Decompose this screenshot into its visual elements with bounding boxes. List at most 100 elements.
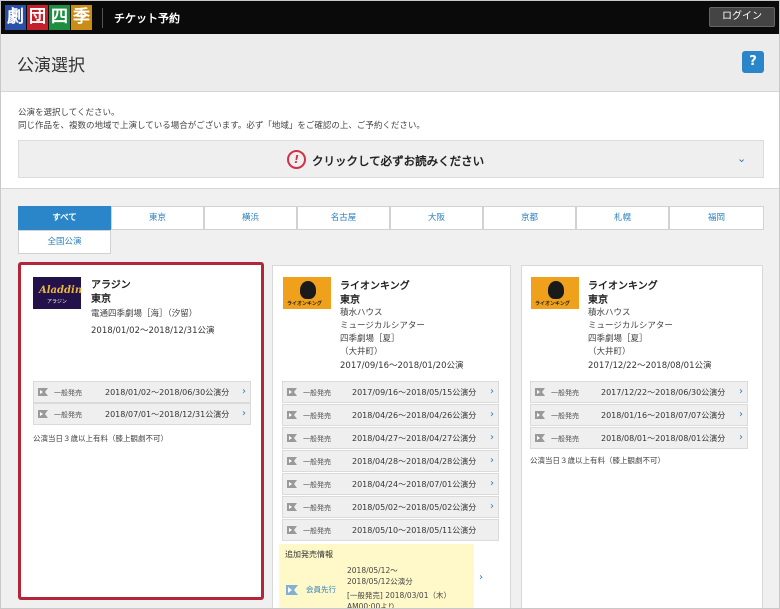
sale-dates: 2017/12/22〜2018/06/30公演分 bbox=[601, 388, 726, 397]
sale-row[interactable]: 一般発売 2018/07/01〜2018/12/31公演分 › bbox=[33, 403, 251, 425]
lion-face-icon bbox=[300, 281, 316, 299]
venue-line: （大井町） bbox=[588, 347, 631, 357]
show-region: 東京 bbox=[340, 295, 360, 306]
chevron-right-icon: › bbox=[490, 386, 494, 397]
date-line: 2018/05/12公演分 bbox=[347, 577, 413, 586]
show-region: 東京 bbox=[91, 294, 111, 305]
tab-all[interactable]: すべて bbox=[18, 206, 111, 230]
tab-yokohama[interactable]: 横浜 bbox=[204, 206, 297, 230]
age-note: 公演当日３歳以上有料（膝上観劇不可） bbox=[530, 456, 665, 465]
ticket-icon bbox=[534, 386, 546, 398]
chevron-right-icon: › bbox=[490, 501, 494, 512]
sale-row[interactable]: 一般発売 2018/05/02〜2018/05/02公演分 › bbox=[282, 496, 499, 518]
venue-line: 積水ハウス bbox=[588, 308, 631, 318]
venue-line: 四季劇場［夏］ bbox=[340, 334, 400, 344]
tab-nagoya[interactable]: 名古屋 bbox=[297, 206, 390, 230]
ticket-icon bbox=[285, 582, 299, 601]
sale-row[interactable]: 一般発売 2017/09/16〜2018/05/15公演分 › bbox=[282, 381, 499, 403]
show-venue: 電通四季劇場［海］（汐留） bbox=[91, 309, 198, 319]
sale-type: 一般発売 bbox=[303, 527, 331, 535]
sale-row[interactable]: 一般発売 2018/04/26〜2018/04/26公演分 › bbox=[282, 404, 499, 426]
sale-row[interactable]: 一般発売 2018/08/01〜2018/08/01公演分 › bbox=[530, 427, 748, 449]
sale-row[interactable]: 一般発売 2018/01/16〜2018/07/07公演分 › bbox=[530, 404, 748, 426]
sale-type: 一般発売 bbox=[54, 389, 82, 397]
ticket-icon bbox=[286, 501, 298, 513]
thumb-title: ライオンキング bbox=[287, 301, 322, 307]
ticket-icon bbox=[286, 478, 298, 490]
general-sale-info: [一般発売] 2018/03/01（木） AM00:00より bbox=[347, 590, 451, 609]
login-button[interactable]: ログイン bbox=[709, 7, 775, 27]
sale-type: 一般発売 bbox=[303, 504, 331, 512]
sale-dates: 2018/01/16〜2018/07/07公演分 bbox=[601, 411, 726, 420]
chevron-right-icon: › bbox=[490, 409, 494, 420]
show-title: ライオンキング bbox=[340, 281, 410, 292]
lion-face-icon bbox=[548, 281, 564, 299]
sale-dates: 2018/08/01〜2018/08/01公演分 bbox=[601, 434, 726, 443]
sale-row[interactable]: 一般発売 2018/04/27〜2018/04/27公演分 › bbox=[282, 427, 499, 449]
tab-fukuoka[interactable]: 福岡 bbox=[669, 206, 764, 230]
sale-dates: 2017/09/16〜2018/05/15公演分 bbox=[352, 388, 477, 397]
chevron-right-icon: › bbox=[242, 408, 246, 419]
lionking-thumbnail: ライオンキング bbox=[283, 277, 331, 309]
venue-line: 積水ハウス bbox=[340, 308, 383, 318]
sale-type: 一般発売 bbox=[303, 412, 331, 420]
sale-dates: 2018/04/28〜2018/04/28公演分 bbox=[352, 457, 477, 466]
sale-dates: 2018/04/26〜2018/04/26公演分 bbox=[352, 411, 477, 420]
sale-row[interactable]: 一般発売 2018/04/24〜2018/07/01公演分 › bbox=[282, 473, 499, 495]
ticket-icon bbox=[286, 386, 298, 398]
logo-char: 季 bbox=[71, 5, 92, 30]
sale-dates: 2018/04/27〜2018/04/27公演分 bbox=[352, 434, 477, 443]
sale-dates: 2018/05/10〜2018/05/11公演分 bbox=[352, 526, 477, 535]
site-logo[interactable]: 劇 団 四 季 bbox=[5, 5, 93, 30]
tab-tokyo[interactable]: 東京 bbox=[111, 206, 204, 230]
sale-row[interactable]: 一般発売 2018/04/28〜2018/04/28公演分 › bbox=[282, 450, 499, 472]
date-line: 2018/05/12〜 bbox=[347, 566, 398, 575]
show-period: 2018/01/02〜2018/12/31公演 bbox=[91, 326, 215, 336]
top-bar: 劇 団 四 季 チケット予約 ログイン bbox=[1, 1, 779, 34]
sale-dates: 2018/07/01〜2018/12/31公演分 bbox=[105, 410, 230, 419]
ticket-icon bbox=[37, 408, 49, 420]
performance-card-aladdin[interactable]: Aladdin アラジン アラジン 東京 電通四季劇場［海］（汐留） 2018/… bbox=[18, 262, 264, 600]
performance-card-lionking-2[interactable]: ライオンキング ライオンキング 東京 積水ハウス ミュージカルシアター 四季劇場… bbox=[521, 265, 763, 608]
chevron-right-icon: › bbox=[242, 386, 246, 397]
help-button[interactable]: ? bbox=[742, 51, 764, 73]
venue-line: 四季劇場［夏］ bbox=[588, 334, 648, 344]
app-frame: 劇 団 四 季 チケット予約 ログイン 公演選択 ? 公演を選択してください。 … bbox=[0, 0, 780, 609]
sale-row[interactable]: 一般発売 2018/05/10〜2018/05/11公演分 bbox=[282, 519, 499, 541]
venue-line: ミュージカルシアター bbox=[588, 321, 673, 331]
ticket-icon bbox=[286, 409, 298, 421]
ticket-icon bbox=[534, 409, 546, 421]
tab-sapporo[interactable]: 札幌 bbox=[576, 206, 669, 230]
logo-char: 四 bbox=[49, 5, 70, 30]
chevron-right-icon: › bbox=[739, 409, 743, 420]
date-line: AM00:00より bbox=[347, 602, 396, 609]
page-header: 公演選択 bbox=[1, 34, 779, 92]
ticket-icon bbox=[286, 432, 298, 444]
tab-osaka[interactable]: 大阪 bbox=[390, 206, 483, 230]
chevron-right-icon: › bbox=[490, 432, 494, 443]
chevron-right-icon[interactable]: › bbox=[479, 572, 483, 583]
sale-row[interactable]: 一般発売 2017/12/22〜2018/06/30公演分 › bbox=[530, 381, 748, 403]
sale-type: 一般発売 bbox=[303, 458, 331, 466]
venue-line: ミュージカルシアター bbox=[340, 321, 425, 331]
sale-type: 一般発売 bbox=[551, 435, 579, 443]
tab-kyoto[interactable]: 京都 bbox=[483, 206, 576, 230]
sale-type: 一般発売 bbox=[54, 411, 82, 419]
logo-char: 劇 bbox=[5, 5, 26, 30]
notice-accordion[interactable]: ! クリックして必ずお読みください ⌄ bbox=[18, 140, 764, 178]
show-venue: 積水ハウス ミュージカルシアター 四季劇場［夏］ （大井町） bbox=[588, 307, 673, 359]
tab-nationwide[interactable]: 全国公演 bbox=[18, 230, 111, 254]
show-title: アラジン bbox=[91, 280, 131, 291]
sale-type: 一般発売 bbox=[551, 412, 579, 420]
ticket-icon bbox=[286, 524, 298, 536]
lionking-thumbnail: ライオンキング bbox=[531, 277, 579, 309]
ticket-icon bbox=[37, 386, 49, 398]
sale-row[interactable]: 一般発売 2018/01/02〜2018/06/30公演分 › bbox=[33, 381, 251, 403]
performance-card-lionking-1[interactable]: ライオンキング ライオンキング 東京 積水ハウス ミュージカルシアター 四季劇場… bbox=[272, 265, 511, 608]
chevron-right-icon: › bbox=[490, 478, 494, 489]
additional-sale-info[interactable]: 追加発売情報 2018/05/12〜 2018/05/12公演分 会員先行 [一… bbox=[279, 544, 474, 608]
chevron-right-icon: › bbox=[739, 386, 743, 397]
ticket-icon bbox=[534, 432, 546, 444]
warning-icon: ! bbox=[287, 150, 306, 169]
thumb-title: ライオンキング bbox=[535, 301, 570, 307]
